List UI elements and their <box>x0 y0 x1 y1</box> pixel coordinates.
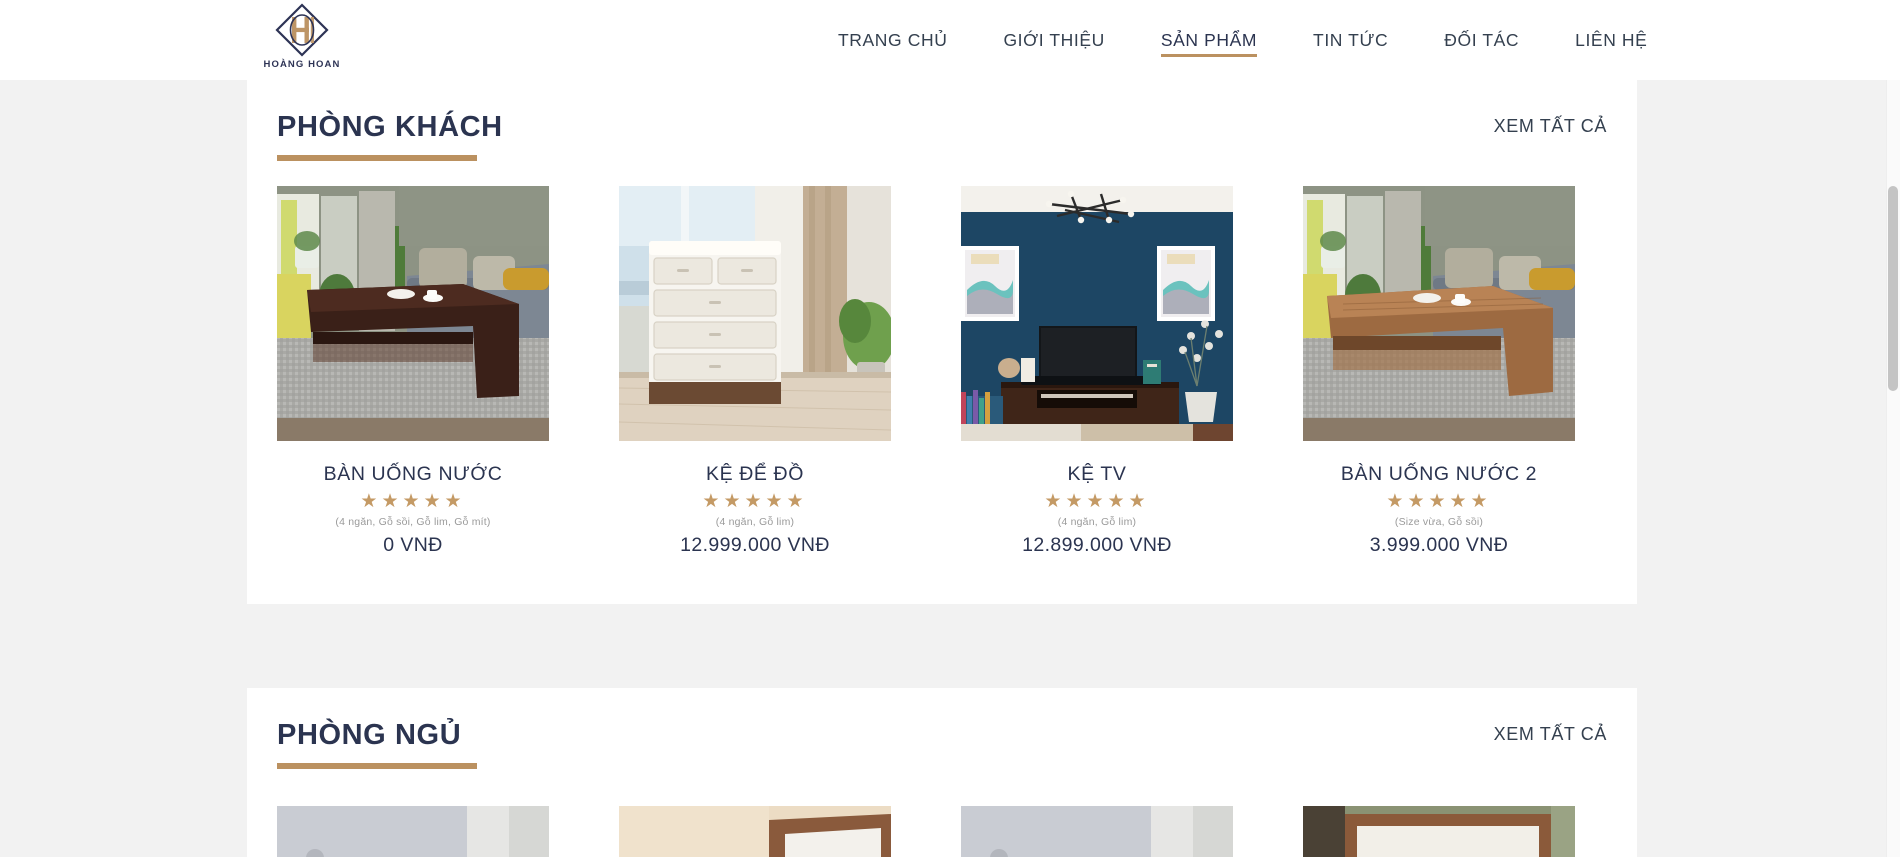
nav-item-lien-he[interactable]: LIÊN HỆ <box>1547 0 1675 80</box>
product-attributes: (4 ngăn, Gỗ lim) <box>715 516 795 528</box>
product-image-bedroom-1[interactable] <box>277 806 549 857</box>
product-attributes: (Size vừa, Gỗ sồi) <box>1394 516 1484 528</box>
nav-item-tin-tuc[interactable]: TIN TỨC <box>1285 0 1416 80</box>
page-scrollbar-thumb[interactable] <box>1888 186 1898 391</box>
product-rating-stars: ★★★★★ <box>702 491 808 512</box>
product-name: KỆ ĐỂ ĐỒ <box>706 463 804 485</box>
product-price: 0 VNĐ <box>383 534 443 556</box>
nav-item-trang-chu[interactable]: TRANG CHỦ <box>810 0 975 80</box>
view-all-link[interactable]: XEM TẤT CẢ <box>1494 116 1607 137</box>
product-card[interactable]: KỆ ĐỂ ĐỒ ★★★★★ (4 ngăn, Gỗ lim) 12.999.0… <box>619 186 891 557</box>
product-price: 3.999.000 VNĐ <box>1369 534 1509 556</box>
product-rating-stars: ★★★★★ <box>1044 491 1150 512</box>
diamond-hh-monogram-icon <box>274 2 330 58</box>
product-image-ban-uong-nuoc[interactable] <box>277 186 549 441</box>
product-rating-stars: ★★★★★ <box>1386 491 1492 512</box>
product-grid: BÀN UỐNG NƯỚC ★★★★★ (4 ngăn, Gỗ sồi, Gỗ … <box>277 186 1607 557</box>
nav-label: LIÊN HỆ <box>1575 29 1648 50</box>
page-root: HOÀNG HOAN TRANG CHỦ GIỚI THIỆU SẢN PHẨM… <box>0 0 1900 857</box>
product-price: 12.899.000 VNĐ <box>1022 534 1172 556</box>
product-image-ke-de-do[interactable] <box>619 186 891 441</box>
product-name: KỆ TV <box>1067 463 1127 485</box>
product-grid <box>277 806 1607 857</box>
nav-label: TIN TỨC <box>1313 29 1389 50</box>
product-image-bedroom-3[interactable] <box>961 806 1233 857</box>
active-nav-underline <box>1160 54 1258 57</box>
section-phong-ngu: PHÒNG NGỦ XEM TẤT CẢ <box>247 688 1637 857</box>
product-card[interactable]: BÀN UỐNG NƯỚC 2 ★★★★★ (Size vừa, Gỗ sồi)… <box>1303 186 1575 557</box>
page-scrollbar-track[interactable] <box>1886 0 1900 857</box>
logo-wordmark: HOÀNG HOAN <box>263 59 341 70</box>
section-header: PHÒNG KHÁCH XEM TẤT CẢ <box>277 110 1607 166</box>
nav-label: SẢN PHẨM <box>1160 29 1258 50</box>
product-rating-stars: ★★★★★ <box>360 491 466 512</box>
view-all-link[interactable]: XEM TẤT CẢ <box>1494 724 1607 745</box>
product-image-bedroom-4[interactable] <box>1303 806 1575 857</box>
product-card[interactable] <box>1303 806 1575 857</box>
nav-label: ĐỐI TÁC <box>1444 29 1520 50</box>
product-price: 12.999.000 VNĐ <box>680 534 830 556</box>
section-title: PHÒNG NGỦ <box>277 719 462 751</box>
nav-item-san-pham[interactable]: SẢN PHẨM <box>1133 0 1285 80</box>
product-card[interactable] <box>619 806 891 857</box>
site-logo[interactable]: HOÀNG HOAN <box>247 2 357 76</box>
product-attributes: (4 ngăn, Gỗ lim) <box>1057 516 1137 528</box>
section-title-underline <box>277 155 477 161</box>
product-card[interactable] <box>961 806 1233 857</box>
nav-label: GIỚI THIỆU <box>1003 29 1105 50</box>
section-header: PHÒNG NGỦ XEM TẤT CẢ <box>277 718 1607 774</box>
section-title: PHÒNG KHÁCH <box>277 111 503 143</box>
product-name: BÀN UỐNG NƯỚC <box>323 463 503 485</box>
site-header: HOÀNG HOAN TRANG CHỦ GIỚI THIỆU SẢN PHẨM… <box>0 0 1900 80</box>
product-image-ban-uong-nuoc-2[interactable] <box>1303 186 1575 441</box>
product-card[interactable]: BÀN UỐNG NƯỚC ★★★★★ (4 ngăn, Gỗ sồi, Gỗ … <box>277 186 549 557</box>
product-name: BÀN UỐNG NƯỚC 2 <box>1340 463 1538 485</box>
product-image-bedroom-2[interactable] <box>619 806 891 857</box>
nav-item-gioi-thieu[interactable]: GIỚI THIỆU <box>975 0 1132 80</box>
nav-label: TRANG CHỦ <box>838 29 948 50</box>
section-phong-khach: PHÒNG KHÁCH XEM TẤT CẢ BÀN UỐNG NƯỚC ★★★… <box>247 80 1637 604</box>
section-title-underline <box>277 763 477 769</box>
main-navigation: TRANG CHỦ GIỚI THIỆU SẢN PHẨM TIN TỨC ĐỐ… <box>810 0 1675 80</box>
nav-item-doi-tac[interactable]: ĐỐI TÁC <box>1416 0 1547 80</box>
product-card[interactable] <box>277 806 549 857</box>
product-card[interactable]: KỆ TV ★★★★★ (4 ngăn, Gỗ lim) 12.899.000 … <box>961 186 1233 557</box>
product-attributes: (4 ngăn, Gỗ sồi, Gỗ lim, Gỗ mít) <box>335 516 491 528</box>
product-image-ke-tv[interactable] <box>961 186 1233 441</box>
